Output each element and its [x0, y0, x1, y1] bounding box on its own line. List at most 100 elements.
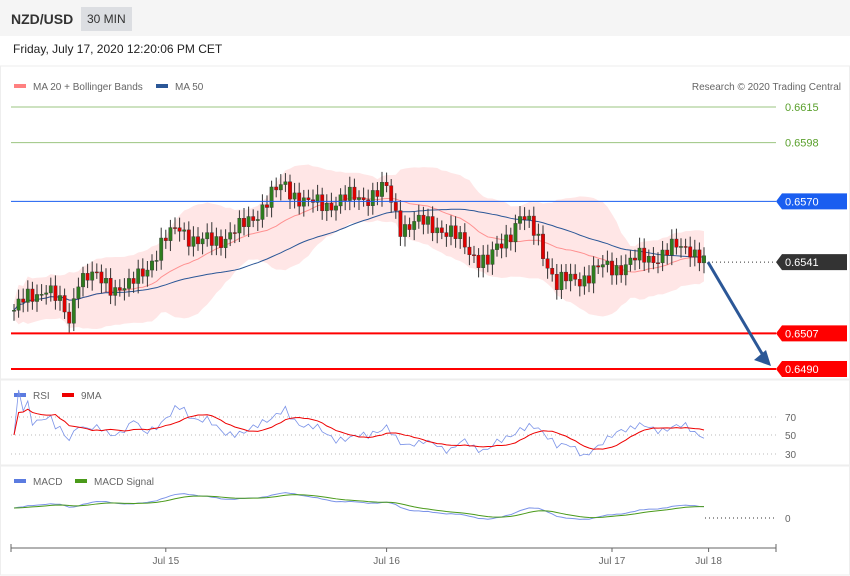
macd-line: [13, 492, 705, 520]
candle-body: [568, 273, 573, 282]
x-tick-label: Jul 15: [152, 556, 179, 567]
candle-body: [435, 227, 440, 234]
candle-body: [209, 232, 214, 246]
candle-body: [232, 232, 237, 234]
candle-body: [352, 186, 357, 200]
candle-body: [53, 285, 58, 301]
candle-body: [297, 192, 302, 207]
candle-body: [117, 287, 122, 291]
candle-body: [140, 268, 145, 277]
rsi-line: [13, 389, 705, 457]
candle-body: [278, 184, 283, 191]
candle-body: [646, 255, 651, 263]
candle-body: [449, 225, 453, 237]
candle-body: [495, 243, 499, 250]
candle-body: [347, 186, 352, 201]
candle-body: [370, 190, 375, 206]
candle-body: [67, 311, 72, 324]
candle-body: [679, 246, 683, 248]
candle-body: [274, 186, 279, 191]
candle-body: [688, 246, 693, 258]
candle-body: [21, 298, 26, 303]
candle-body: [173, 227, 177, 229]
candle-body: [58, 295, 62, 301]
candle-body: [159, 237, 164, 261]
candle-body: [99, 271, 104, 284]
candle-body: [48, 285, 53, 294]
candle-body: [85, 273, 90, 281]
candle-body: [12, 310, 16, 312]
candle-body: [255, 219, 260, 221]
candle-body: [168, 227, 173, 241]
candle-body: [320, 194, 325, 212]
candle-body: [472, 254, 476, 256]
candle-body: [398, 210, 403, 237]
candle-body: [389, 185, 394, 203]
candle-body: [329, 202, 334, 211]
candle-body: [283, 181, 288, 185]
candle-body: [288, 181, 292, 200]
candle-body: [237, 217, 242, 234]
candle-body: [499, 243, 504, 249]
candle-body: [228, 232, 233, 240]
candle-body: [573, 273, 578, 280]
candle-body: [536, 233, 541, 236]
candle-body: [214, 236, 219, 246]
candle-body: [25, 288, 30, 303]
rsi-panel: [0, 379, 850, 466]
ma50-legend: MA 50: [175, 82, 204, 93]
candle-body: [467, 246, 472, 255]
candle-body: [393, 202, 398, 211]
rsi-tick: 30: [785, 450, 797, 461]
candle-body: [191, 236, 196, 247]
candle-body: [334, 205, 338, 211]
candle-body: [343, 194, 348, 201]
candle-body: [44, 292, 49, 295]
candle-body: [182, 229, 187, 232]
candle-body: [564, 271, 568, 282]
candle-body: [453, 225, 458, 239]
candle-body: [76, 286, 81, 299]
candle-body: [113, 287, 118, 296]
candle-body: [490, 249, 495, 265]
ma20-legend-swatch: [14, 84, 26, 88]
candle-body: [145, 269, 150, 277]
candle-body: [669, 238, 674, 256]
rsi-legend: RSI: [33, 391, 50, 402]
candle-body: [656, 262, 660, 264]
level-label-0.6598: 0.6598: [785, 138, 819, 150]
candle-body: [697, 249, 702, 264]
candle-body: [127, 278, 131, 289]
candle-body: [384, 182, 389, 186]
candle-body: [651, 255, 656, 263]
candle-body: [596, 265, 601, 268]
candle-body: [338, 194, 343, 207]
candle-body: [196, 236, 200, 245]
candle-body: [444, 232, 449, 237]
bollinger-band: [14, 164, 704, 330]
macd-tick: 0: [785, 514, 791, 525]
candle-body: [200, 238, 205, 245]
candle-body: [81, 273, 85, 288]
candle-body: [527, 215, 532, 220]
candle-body: [674, 238, 679, 248]
candle-body: [541, 233, 545, 259]
candle-body: [375, 190, 380, 197]
candle-body: [522, 216, 527, 220]
candle-body: [587, 275, 591, 284]
candle-body: [577, 279, 582, 287]
candle-body: [361, 197, 366, 200]
candle-body: [357, 197, 361, 200]
signal-legend: MACD Signal: [94, 477, 154, 488]
candle-body: [251, 216, 256, 221]
candle-body: [265, 204, 269, 208]
ma20-legend: MA 20 + Bollinger Bands: [33, 82, 143, 93]
candle-body: [380, 182, 384, 197]
candle-body: [16, 298, 21, 311]
macd-signal-line: [13, 494, 705, 519]
candle-body: [642, 247, 647, 263]
candle-body: [582, 275, 587, 287]
candle-body: [660, 249, 665, 264]
price-chart: MA 20 + Bollinger Bands MA 50 Research © 2…: [0, 65, 850, 576]
x-tick-label: Jul 17: [599, 556, 626, 567]
